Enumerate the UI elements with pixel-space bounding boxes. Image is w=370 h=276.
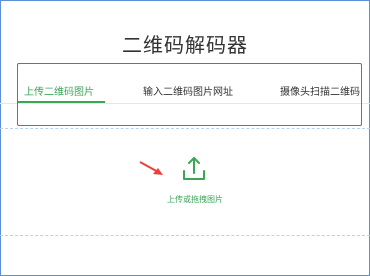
- dropzone-bottom-border: [0, 235, 370, 236]
- tabs-highlight-annotation: [17, 63, 362, 126]
- upload-label: 上传或拖拽图片: [167, 195, 223, 204]
- upload-icon: [183, 157, 205, 180]
- dropzone-top-border: [0, 128, 370, 129]
- upload-dropzone[interactable]: 上传或拖拽图片: [140, 150, 250, 220]
- page-title: 二维码解码器: [122, 33, 248, 57]
